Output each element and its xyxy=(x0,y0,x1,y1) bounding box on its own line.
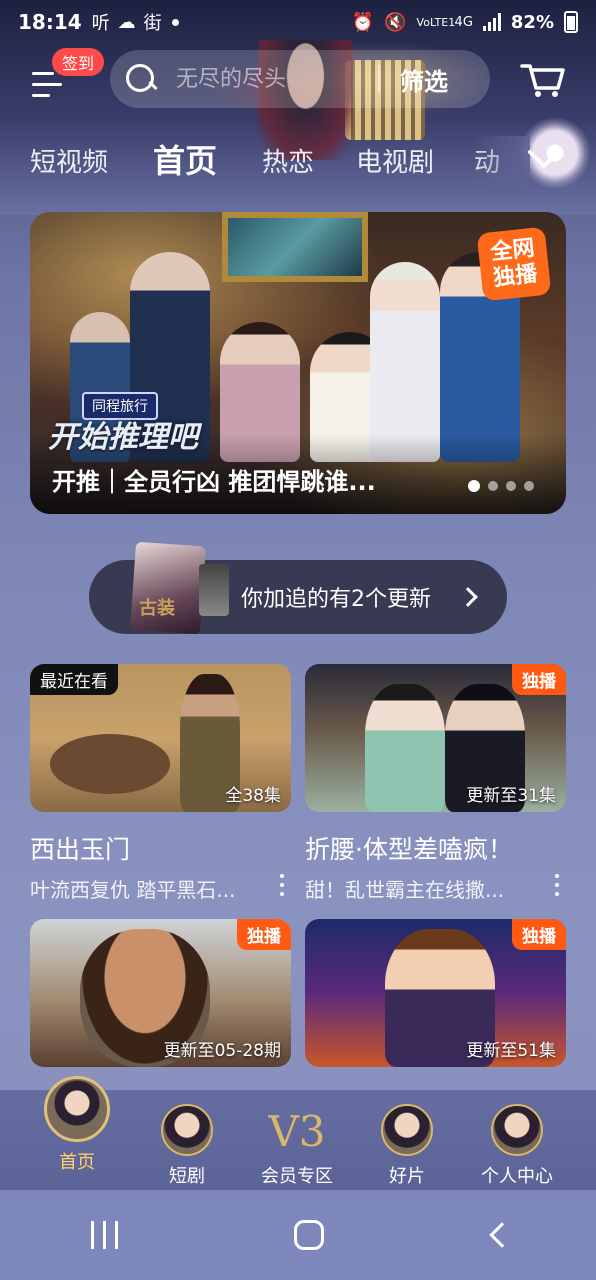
short-drama-avatar-icon xyxy=(161,1104,213,1156)
status-time: 18:14 xyxy=(18,10,82,34)
exclusive-tag: 独播 xyxy=(237,919,291,950)
profile-avatar-icon xyxy=(491,1104,543,1156)
badge-line-2: 独播 xyxy=(492,261,539,292)
more-vertical-icon[interactable] xyxy=(279,874,285,898)
bottom-navigation: 首页 短剧 V3 会员专区 好片 个人中心 xyxy=(0,1076,596,1190)
exclusive-tag: 独播 xyxy=(512,919,566,950)
back-icon[interactable] xyxy=(489,1222,516,1248)
nav-label: 个人中心 xyxy=(481,1166,553,1187)
cart-icon[interactable] xyxy=(520,58,566,98)
hero-banner[interactable]: 全网 独播 同程旅行 开始推理吧 开推｜全员行凶 推团悍跳谁... xyxy=(30,212,566,514)
checkin-badge[interactable]: 签到 xyxy=(52,48,105,76)
carousel-dot[interactable] xyxy=(468,480,480,492)
battery-text: 82% xyxy=(510,11,554,33)
alarm-icon: ⏰ xyxy=(351,11,375,33)
card-title[interactable]: 西出玉门 xyxy=(30,830,291,866)
status-notification-dot xyxy=(171,18,179,26)
episode-count: 全38集 xyxy=(225,786,281,806)
tab-home[interactable]: 首页 xyxy=(153,136,217,182)
chevron-down-icon[interactable] xyxy=(526,144,562,172)
banner-caption: 开推｜全员行凶 推团悍跳谁... xyxy=(52,468,376,496)
vip-logo: V3 xyxy=(268,1107,326,1156)
nav-label: 好片 xyxy=(389,1166,425,1187)
status-right-icons: ⏰ 🔇 VoLTE1 4G 82% xyxy=(352,11,578,33)
nav-item-short-drama[interactable]: 短剧 xyxy=(142,1100,232,1188)
channel-tabs: 短视频 首页 热恋 电视剧 动 xyxy=(0,136,596,186)
carousel-dots xyxy=(468,480,534,492)
card-subtitle: 叶流西复仇 踏平黑石... xyxy=(30,878,236,902)
search-icon[interactable] xyxy=(124,62,158,96)
nav-item-home[interactable]: 首页 xyxy=(32,1076,122,1174)
update-posters: 古装 xyxy=(129,541,229,636)
status-app-icon-2: 街 xyxy=(143,13,162,34)
status-left-icons: 听 ☁ 街 xyxy=(92,9,162,35)
carousel-dot[interactable] xyxy=(524,481,534,491)
episode-count: 更新至31集 xyxy=(466,786,556,806)
top-bar: 签到 筛选 xyxy=(0,48,596,110)
filter-button[interactable]: 筛选 xyxy=(400,62,448,97)
nav-item-vip[interactable]: V3 会员专区 xyxy=(252,1100,342,1188)
banner-show-logo: 开始推理吧 xyxy=(48,420,198,455)
nav-label: 会员专区 xyxy=(261,1166,333,1187)
system-navigation-bar xyxy=(0,1190,596,1280)
update-text: 你加追的有2个更新 xyxy=(241,587,431,612)
poster-text: 古装 xyxy=(139,598,175,619)
poster-thumbnail xyxy=(130,541,206,635)
home-icon[interactable] xyxy=(293,1220,324,1250)
nav-item-profile[interactable]: 个人中心 xyxy=(472,1100,562,1188)
tab-tv-series[interactable]: 电视剧 xyxy=(356,142,434,179)
more-vertical-icon[interactable] xyxy=(554,874,560,898)
tabs-fade-overlay xyxy=(470,136,530,186)
card-title[interactable]: 折腰·体型差嗑疯！ xyxy=(305,830,566,866)
video-card[interactable]: 最近在看 全38集 西出玉门 叶流西复仇 踏平黑石... xyxy=(30,664,291,903)
good-films-avatar-icon xyxy=(381,1104,433,1156)
carousel-dot[interactable] xyxy=(506,481,516,491)
search-input[interactable] xyxy=(176,66,376,92)
card-thumbnail[interactable]: 独播 更新至05-28期 xyxy=(30,919,291,1067)
volte-label: VoLTE1 xyxy=(416,15,456,29)
status-bar: 18:14 听 ☁ 街 ⏰ 🔇 VoLTE1 4G 82% xyxy=(0,0,596,44)
search-bar[interactable]: 筛选 xyxy=(110,50,490,108)
tab-short-video[interactable]: 短视频 xyxy=(30,142,108,179)
status-cloud-icon: ☁ xyxy=(117,11,136,33)
network-label: 4G xyxy=(454,14,473,30)
exclusive-tag: 独播 xyxy=(512,664,566,695)
episode-count: 更新至51集 xyxy=(466,1041,556,1061)
status-app-icon-1: 听 xyxy=(91,13,110,34)
card-thumbnail[interactable]: 最近在看 全38集 xyxy=(30,664,291,812)
mute-icon: 🔇 xyxy=(384,11,407,33)
exclusive-stamp: 全网 独播 xyxy=(476,226,552,302)
recent-apps-icon[interactable] xyxy=(85,1217,125,1253)
search-divider xyxy=(378,65,380,93)
home-avatar-icon xyxy=(44,1076,110,1142)
card-thumbnail[interactable]: 独播 更新至31集 xyxy=(305,664,566,812)
recent-tag: 最近在看 xyxy=(30,664,118,695)
video-card[interactable]: 独播 更新至05-28期 xyxy=(30,919,291,1067)
followed-updates-pill[interactable]: 古装 你加追的有2个更新 xyxy=(89,541,507,635)
chevron-right-icon xyxy=(458,587,478,607)
carousel-dot[interactable] xyxy=(488,481,498,491)
nav-label: 短剧 xyxy=(169,1166,205,1187)
card-subtitle: 甜！乱世霸主在线撒... xyxy=(305,878,505,902)
episode-count: 更新至05-28期 xyxy=(163,1041,281,1061)
signal-icon xyxy=(482,13,501,31)
nav-label: 首页 xyxy=(59,1152,95,1173)
video-card[interactable]: 独播 更新至51集 xyxy=(305,919,566,1067)
tab-romance[interactable]: 热恋 xyxy=(262,142,314,179)
battery-icon xyxy=(564,11,578,33)
nav-item-good-films[interactable]: 好片 xyxy=(362,1100,452,1188)
video-card[interactable]: 独播 更新至31集 折腰·体型差嗑疯！ 甜！乱世霸主在线撒... xyxy=(305,664,566,903)
card-thumbnail[interactable]: 独播 更新至51集 xyxy=(305,919,566,1067)
poster-thumbnail xyxy=(199,564,229,616)
